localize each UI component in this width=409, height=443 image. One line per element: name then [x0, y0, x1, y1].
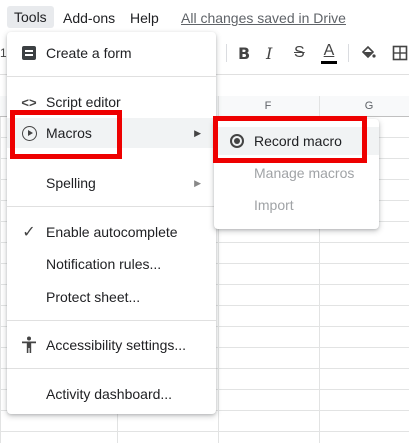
- column-header-g[interactable]: G: [359, 100, 379, 112]
- menu-item-create-form[interactable]: Create a form: [7, 41, 216, 65]
- font-size-clipped[interactable]: 1: [0, 42, 7, 64]
- menu-item-label: Notification rules...: [46, 256, 162, 272]
- tools-menu: Create a form <> Script editor Macros ▶ …: [7, 32, 216, 414]
- menu-item-protect-sheet[interactable]: Protect sheet...: [7, 285, 216, 309]
- toolbar-divider: [226, 44, 227, 62]
- menu-separator: [7, 368, 216, 369]
- menubar: Tools Add-ons Help All changes saved in …: [0, 0, 409, 34]
- code-icon: <>: [21, 94, 37, 110]
- menu-item-label: Enable autocomplete: [46, 224, 178, 240]
- submenu-arrow-icon: ▶: [194, 177, 201, 188]
- italic-button[interactable]: I: [266, 42, 272, 64]
- text-color-button[interactable]: A: [321, 42, 337, 64]
- paint-bucket-icon[interactable]: [360, 42, 376, 64]
- column-header-f[interactable]: F: [258, 100, 278, 112]
- menu-item-label: Accessibility settings...: [46, 337, 187, 353]
- menu-item-enable-autocomplete[interactable]: ✓ Enable autocomplete: [7, 220, 216, 244]
- highlight-box-macros: [10, 110, 122, 159]
- menu-item-activity-dashboard[interactable]: Activity dashboard...: [7, 382, 216, 406]
- menu-separator: [7, 206, 216, 207]
- menu-item-notification-rules[interactable]: Notification rules...: [7, 252, 216, 276]
- form-icon: [20, 44, 38, 62]
- text-color-letter: A: [323, 42, 335, 59]
- menu-help[interactable]: Help: [130, 8, 159, 28]
- save-status-link[interactable]: All changes saved in Drive: [181, 8, 346, 28]
- menu-item-import: Import: [214, 193, 379, 217]
- bold-button[interactable]: B: [238, 42, 250, 64]
- menu-item-label: Spelling: [46, 175, 96, 191]
- menu-separator: [7, 76, 216, 77]
- accessibility-icon: [20, 336, 38, 354]
- menu-item-label: Create a form: [46, 45, 132, 61]
- menu-item-spelling[interactable]: Spelling ▶: [7, 171, 216, 195]
- menu-item-label: Import: [254, 197, 294, 213]
- menu-item-label: Manage macros: [254, 165, 355, 181]
- borders-icon[interactable]: [392, 42, 408, 64]
- menu-item-accessibility-settings[interactable]: Accessibility settings...: [7, 333, 216, 357]
- menu-separator: [7, 320, 216, 321]
- text-color-swatch: [321, 61, 337, 64]
- menu-tools[interactable]: Tools: [7, 6, 54, 28]
- menu-item-label: Protect sheet...: [46, 289, 141, 305]
- toolbar-divider: [348, 44, 349, 62]
- menu-item-label: Script editor: [46, 94, 121, 110]
- menu-item-manage-macros: Manage macros: [214, 161, 379, 185]
- menu-addons[interactable]: Add-ons: [63, 8, 115, 28]
- check-icon: ✓: [22, 224, 36, 241]
- submenu-arrow-icon: ▶: [194, 127, 201, 138]
- menu-item-label: Activity dashboard...: [46, 386, 173, 402]
- strikethrough-button[interactable]: S: [294, 42, 305, 64]
- highlight-box-record-macro: [213, 116, 367, 163]
